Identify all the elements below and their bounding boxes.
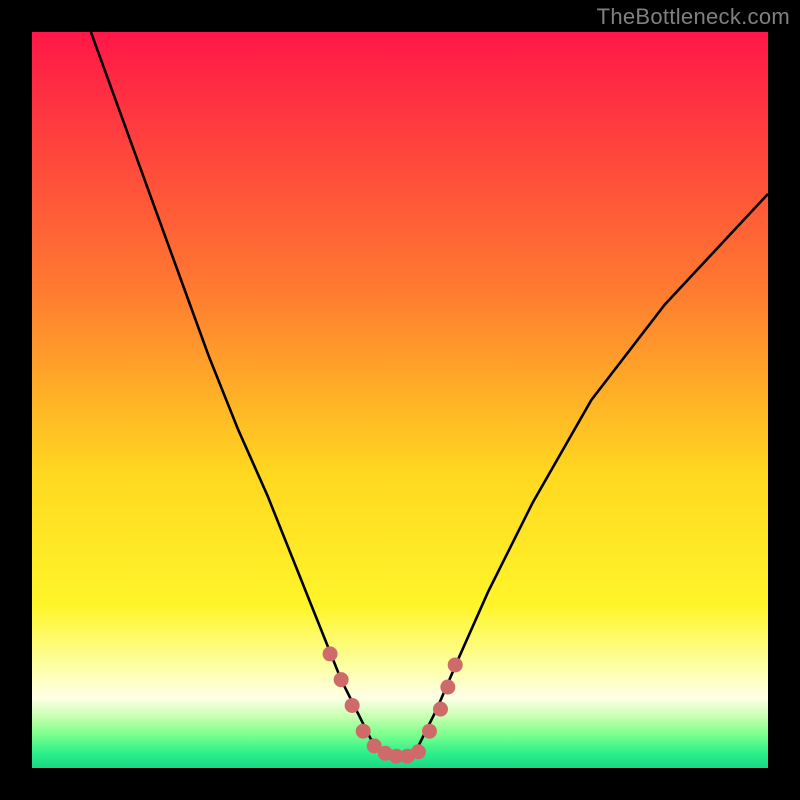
marker-point (448, 657, 463, 672)
marker-point (356, 724, 371, 739)
chart-canvas (32, 32, 768, 768)
outer-frame: TheBottleneck.com (0, 0, 800, 800)
marker-point (433, 702, 448, 717)
marker-point (323, 646, 338, 661)
gradient-background (32, 32, 768, 768)
plot-area (32, 32, 768, 768)
marker-point (440, 680, 455, 695)
watermark-text: TheBottleneck.com (597, 4, 790, 30)
marker-point (422, 724, 437, 739)
marker-point (345, 698, 360, 713)
marker-point (411, 744, 426, 759)
marker-point (334, 672, 349, 687)
